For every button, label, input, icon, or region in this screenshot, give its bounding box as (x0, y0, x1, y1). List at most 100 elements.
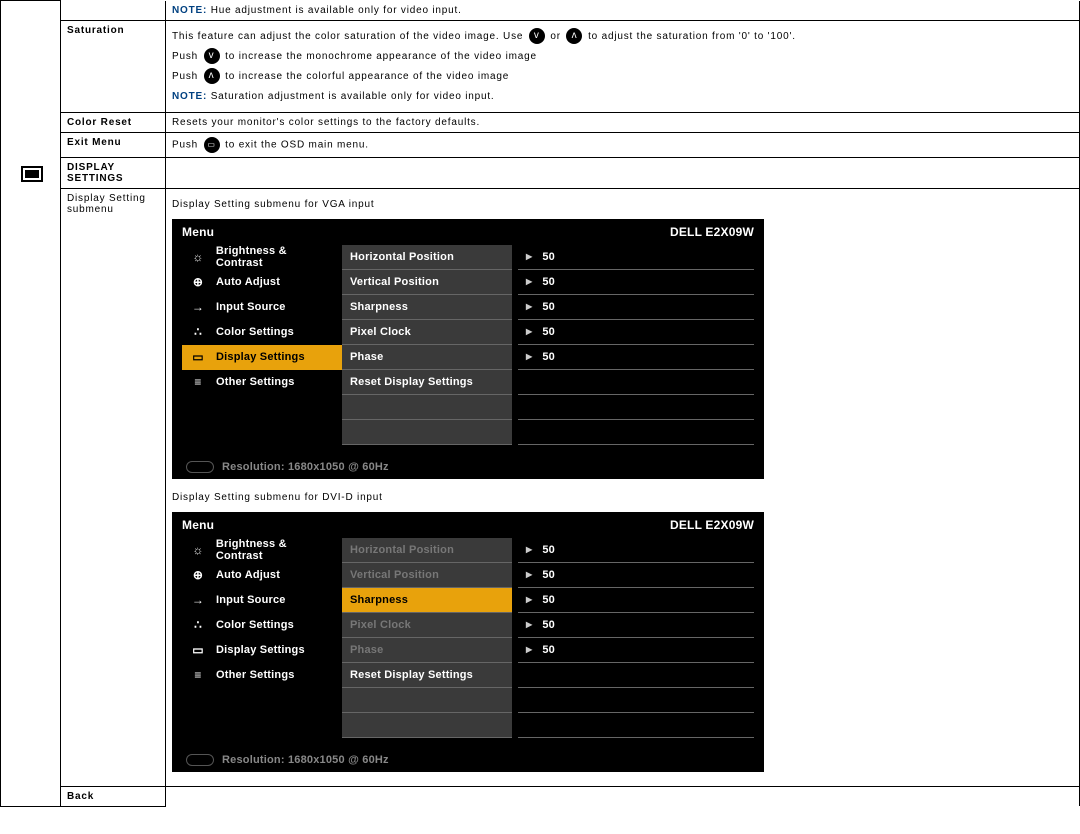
osd-mid-item[interactable]: Phase (342, 638, 512, 663)
osd-left-label: Color Settings (216, 326, 294, 338)
osd-mid-item[interactable]: Pixel Clock (342, 613, 512, 638)
osd-mid-item[interactable]: Horizontal Position (342, 538, 512, 563)
osd-mid-item[interactable]: Reset Display Settings (342, 663, 512, 688)
osd-left-item[interactable]: ☼ Brightness & Contrast (182, 538, 342, 563)
osd-mid-item[interactable]: Vertical Position (342, 270, 512, 295)
dvi-caption: Display Setting submenu for DVI-D input (172, 489, 1073, 506)
sat-line1c: to adjust the saturation from '0' to '10… (588, 31, 796, 42)
eco-icon (186, 461, 214, 473)
osd-left-item[interactable]: ☼ Brightness & Contrast (182, 245, 342, 270)
osd-mid-item[interactable]: Horizontal Position (342, 245, 512, 270)
osd-brand: DELL E2X09W (670, 518, 754, 532)
osd-left-item[interactable]: ▭ Display Settings (182, 638, 342, 663)
monitor-icon (21, 166, 43, 182)
osd-mid-item[interactable]: Sharpness (342, 588, 512, 613)
osd-left-item[interactable]: ≡ Other Settings (182, 370, 342, 395)
osd-value: 50 (518, 613, 754, 638)
osd-spacer (518, 420, 754, 445)
osd-left-icon: → (188, 300, 208, 314)
osd-spacer (518, 395, 754, 420)
osd-left-label: Input Source (216, 594, 286, 606)
osd-left-icon: ▭ (188, 643, 208, 657)
displaysettings-label: DISPLAY SETTINGS (67, 162, 123, 184)
osd-left-icon: → (188, 593, 208, 607)
osd-value: 50 (518, 295, 754, 320)
osd-left-item[interactable]: ∴ Color Settings (182, 320, 342, 345)
osd-spacer (342, 420, 512, 445)
exit-b: to exit the OSD main menu. (225, 139, 369, 150)
osd-value: 50 (518, 563, 754, 588)
osd-left-item[interactable]: → Input Source (182, 295, 342, 320)
osd-left-label: Other Settings (216, 669, 295, 681)
osd-left-icon: ≡ (188, 668, 208, 682)
osd-spacer (342, 713, 512, 738)
colorreset-label: Color Reset (61, 112, 166, 132)
osd-spacer (518, 370, 754, 395)
osd-left-label: Brightness & Contrast (216, 245, 336, 269)
osd-spacer (342, 688, 512, 713)
sat-push2a: Push (172, 51, 202, 62)
sat-push2b: to increase the monochrome appearance of… (225, 51, 537, 62)
eco-icon (186, 754, 214, 766)
sat-push3b: to increase the colorful appearance of t… (225, 71, 509, 82)
osd-left-label: Brightness & Contrast (216, 538, 336, 562)
vga-caption: Display Setting submenu for VGA input (172, 196, 1073, 213)
osd-left-icon: ∴ (188, 325, 208, 339)
down-icon: v (529, 28, 545, 44)
osd-mid-item[interactable]: Vertical Position (342, 563, 512, 588)
osd-left-icon: ☼ (188, 250, 208, 264)
sat-line1a: This feature can adjust the color satura… (172, 31, 527, 42)
up-icon: ʌ (566, 28, 582, 44)
osd-left-item[interactable]: ∴ Color Settings (182, 613, 342, 638)
sat-push3a: Push (172, 71, 202, 82)
osd-left-item[interactable]: ≡ Other Settings (182, 663, 342, 688)
osd-spacer (518, 663, 754, 688)
osd-value: 50 (518, 638, 754, 663)
sat-line1b: or (550, 31, 564, 42)
osd-mid-item[interactable]: Sharpness (342, 295, 512, 320)
osd-left-item[interactable]: ▭ Display Settings (182, 345, 342, 370)
osd-left-icon: ⊕ (188, 568, 208, 582)
osd-left-label: Display Settings (216, 644, 305, 656)
exit-a: Push (172, 139, 202, 150)
osd-left-icon: ▭ (188, 350, 208, 364)
osd-menu-label: Menu (182, 518, 214, 532)
exit-icon: ▭ (204, 137, 220, 153)
osd-left-label: Auto Adjust (216, 569, 280, 581)
note-label: NOTE: (172, 91, 207, 102)
osd-mid-item[interactable]: Phase (342, 345, 512, 370)
osd-left-label: Input Source (216, 301, 286, 313)
osd-left-label: Color Settings (216, 619, 294, 631)
displaysub-label: Display Setting submenu (61, 188, 166, 786)
osd-left-item[interactable]: ⊕Auto Adjust (182, 270, 342, 295)
osd-value: 50 (518, 538, 754, 563)
osd-left-icon: ☼ (188, 543, 208, 557)
osd-left-item[interactable]: → Input Source (182, 588, 342, 613)
osd-value: 50 (518, 588, 754, 613)
exitmenu-label: Exit Menu (61, 132, 166, 157)
osd-resolution: Resolution: 1680x1050 @ 60Hz (222, 461, 389, 473)
note-hue-text: Hue adjustment is available only for vid… (207, 5, 462, 16)
osd-resolution: Resolution: 1680x1050 @ 60Hz (222, 754, 389, 766)
osd-mid-item[interactable]: Pixel Clock (342, 320, 512, 345)
down-icon: v (204, 48, 220, 64)
osd-left-label: Display Settings (216, 351, 305, 363)
up-icon: ʌ (204, 68, 220, 84)
osd-spacer (518, 713, 754, 738)
osd-value: 50 (518, 345, 754, 370)
osd-spacer (342, 395, 512, 420)
osd-left-icon: ∴ (188, 618, 208, 632)
saturation-label: Saturation (61, 20, 166, 112)
osd-brand: DELL E2X09W (670, 225, 754, 239)
osd-menu-label: Menu (182, 225, 214, 239)
osd-value: 50 (518, 320, 754, 345)
note-sat-text: Saturation adjustment is available only … (207, 91, 494, 102)
osd-left-label: Other Settings (216, 376, 295, 388)
osd-mid-item[interactable]: Reset Display Settings (342, 370, 512, 395)
osd-value: 50 (518, 245, 754, 270)
osd-left-icon: ≡ (188, 375, 208, 389)
osd-left-label: Auto Adjust (216, 276, 280, 288)
osd-left-item[interactable]: ⊕ Auto Adjust (182, 563, 342, 588)
osd-vga: Menu DELL E2X09W ☼ Brightness & Contrast⊕Au… (172, 219, 764, 479)
osd-dvi: Menu DELL E2X09W ☼ Brightness & Contrast ⊕ Au… (172, 512, 764, 772)
